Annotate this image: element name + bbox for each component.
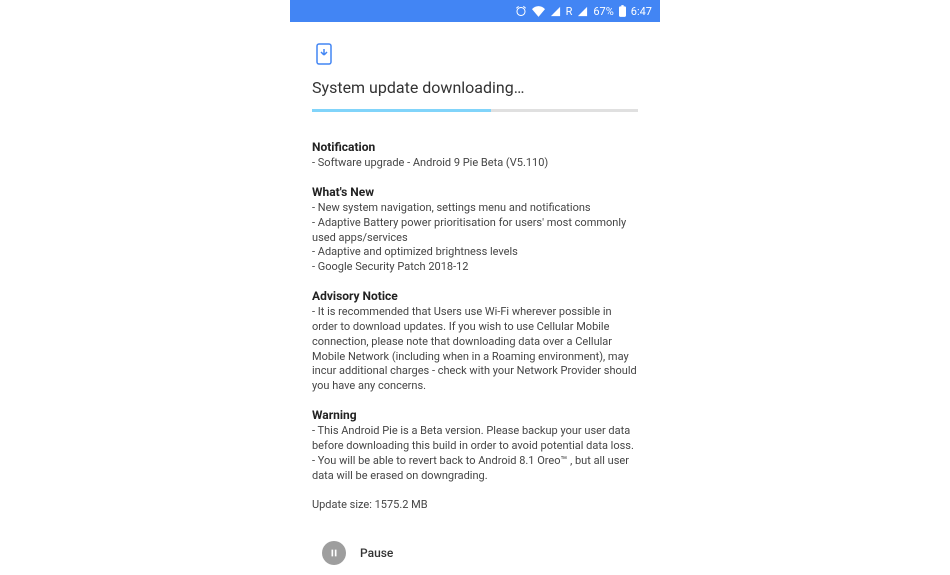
pause-icon	[329, 548, 339, 558]
pause-row: Pause	[312, 541, 638, 565]
pause-label[interactable]: Pause	[360, 546, 393, 560]
battery-icon	[619, 5, 626, 17]
alarm-icon	[515, 5, 527, 17]
download-progress-fill	[312, 109, 491, 112]
section-whats-new: What's New - New system navigation, sett…	[312, 185, 638, 275]
download-progress	[312, 109, 638, 112]
roaming-label: R	[566, 5, 573, 18]
section-notification: Notification - Software upgrade - Androi…	[312, 140, 638, 171]
signal-icon	[550, 6, 561, 17]
update-size: Update size: 1575.2 MB	[312, 498, 638, 511]
update-app-icon	[312, 42, 336, 66]
whats-new-heading: What's New	[312, 185, 638, 199]
page-title: System update downloading…	[312, 78, 638, 97]
status-bar: R 67% 6:47	[290, 0, 660, 22]
battery-percent: 67%	[593, 5, 613, 18]
section-advisory: Advisory Notice - It is recommended that…	[312, 289, 638, 394]
advisory-heading: Advisory Notice	[312, 289, 638, 303]
notification-body: - Software upgrade - Android 9 Pie Beta …	[312, 156, 638, 171]
warning-heading: Warning	[312, 408, 638, 422]
warning-body: - This Android Pie is a Beta version. Pl…	[312, 424, 638, 483]
clock-time: 6:47	[631, 5, 652, 18]
whats-new-body: - New system navigation, settings menu a…	[312, 201, 638, 275]
content-area: System update downloading… Notification …	[290, 22, 660, 575]
wifi-icon	[532, 6, 545, 17]
notification-heading: Notification	[312, 140, 638, 154]
signal-icon-2	[577, 6, 588, 17]
advisory-body: - It is recommended that Users use Wi-Fi…	[312, 305, 638, 394]
section-warning: Warning - This Android Pie is a Beta ver…	[312, 408, 638, 483]
phone-screen: R 67% 6:47 System update downloading… No…	[290, 0, 660, 550]
pause-button[interactable]	[322, 541, 346, 565]
